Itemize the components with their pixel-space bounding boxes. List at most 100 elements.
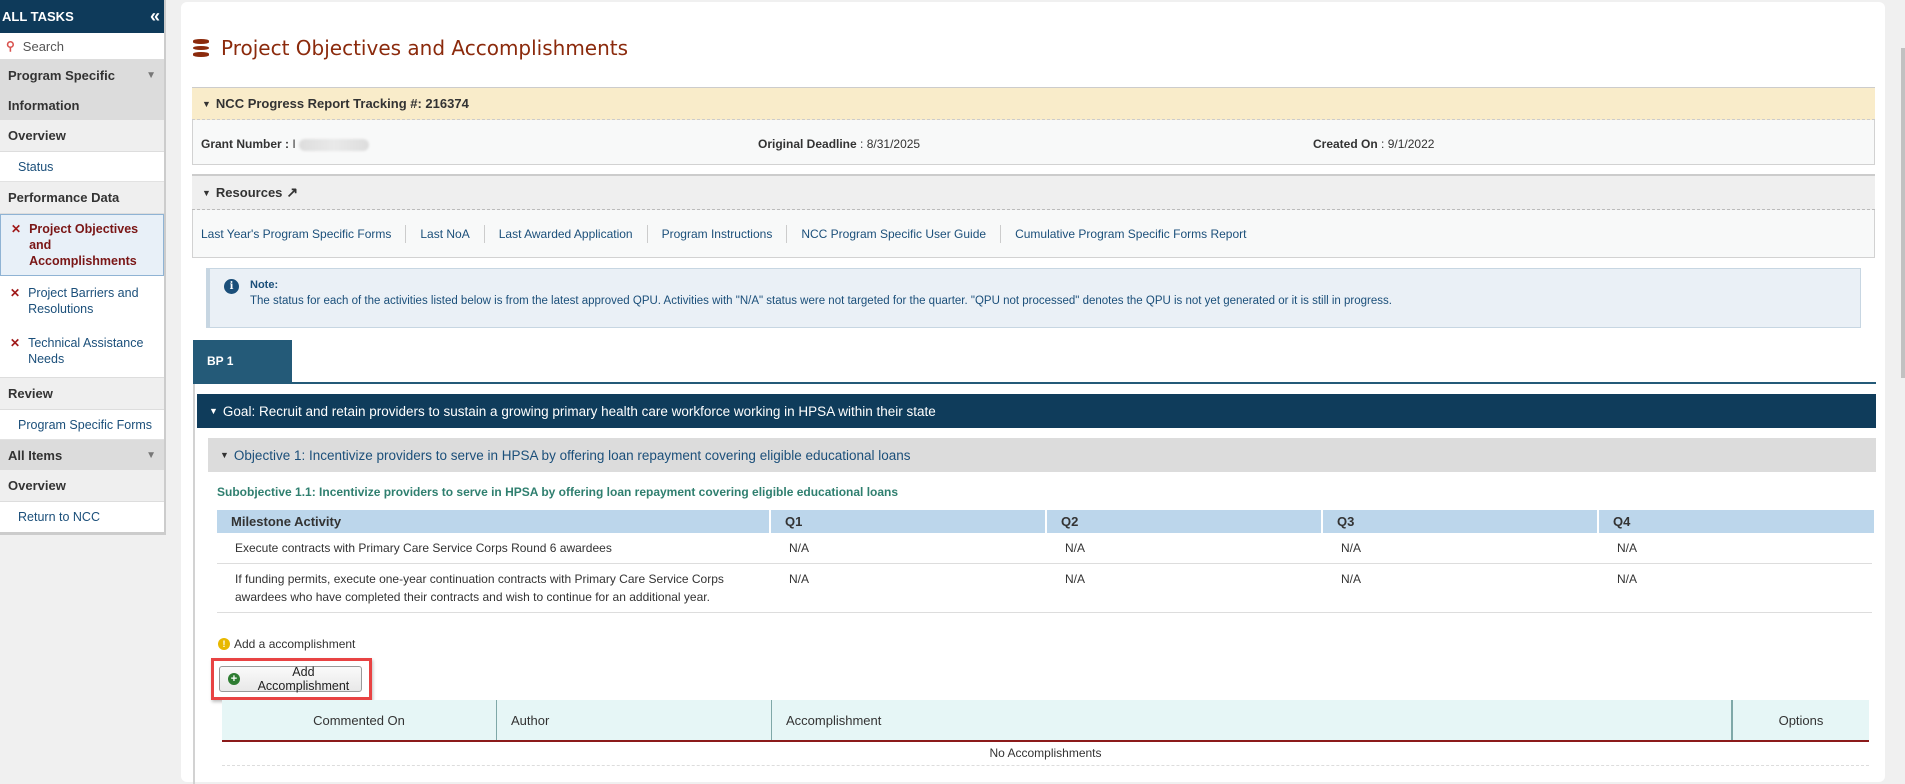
goal-header[interactable]: ▼ Goal: Recruit and retain providers to … [197,394,1876,428]
sidebar-search[interactable]: ⚲ Search [0,33,164,60]
header-q2: Q2 [1047,510,1323,533]
ncc-tracking-header[interactable]: ▼ NCC Progress Report Tracking #: 216374 [192,87,1875,120]
tab-bp1[interactable]: BP 1 [193,340,292,384]
q2-status: N/A [1065,572,1086,586]
original-deadline: Original Deadline : 8/31/2025 [758,137,920,151]
sidebar-header: ALL TASKS « [0,0,164,33]
sidebar-task-technical-assistance[interactable]: ✕ Technical Assistance Needs [0,323,164,378]
resource-link-cumulative-report[interactable]: Cumulative Program Specific Forms Report [1015,225,1260,243]
header-q3: Q3 [1323,510,1599,533]
grant-number: Grant Number : I [201,137,370,151]
sidebar-group-all-items[interactable]: All Items ▼ [0,440,164,470]
q1-status: N/A [789,541,810,555]
add-accomplishment-hint: ! Add a accomplishment [218,637,355,651]
plus-circle-icon: + [228,673,240,685]
resources-header[interactable]: ▼ Resources ↗ [192,174,1875,210]
sidebar-task-project-objectives[interactable]: ✕ Project Objectives and Accomplishments [0,214,164,276]
milestone-activity: If funding permits, execute one-year con… [235,572,724,604]
accomplishments-table-header: Commented On Author Accomplishment Optio… [222,700,1869,742]
q4-status: N/A [1617,541,1638,555]
sidebar: ALL TASKS « ⚲ Search Program Specific ▼ … [0,0,166,535]
caret-down-icon: ▼ [202,187,211,198]
resource-link-last-year-forms[interactable]: Last Year's Program Specific Forms [201,224,407,243]
header-accomplishment[interactable]: Accomplishment [772,700,1732,740]
note-box: i Note: The status for each of the activ… [206,268,1861,328]
milestone-table: Milestone Activity Q1 Q2 Q3 Q4 Execute c… [217,510,1874,613]
q3-status: N/A [1341,541,1362,555]
resource-link-program-instructions[interactable]: Program Instructions [662,224,788,243]
created-value: : 9/1/2022 [1381,137,1435,151]
milestone-activity: Execute contracts with Primary Care Serv… [235,541,612,555]
sidebar-task-project-barriers[interactable]: ✕ Project Barriers and Resolutions [0,276,164,323]
search-input[interactable]: Search [23,39,64,54]
objective-text: Objective 1: Incentivize providers to se… [233,447,911,463]
group-label: Program Specific [8,67,115,83]
note-label: Note: [250,279,279,291]
sidebar-title: ALL TASKS [2,9,74,24]
empty-message: No Accomplishments [222,742,1869,766]
milestone-table-header: Milestone Activity Q1 Q2 Q3 Q4 [217,510,1874,533]
chevron-down-icon: ▼ [146,69,156,81]
created-on: Created On : 9/1/2022 [1313,137,1434,151]
group-label: All Items [8,447,63,463]
button-label: Add Accomplishment [257,665,350,693]
grant-number-label: Grant Number : [201,137,290,151]
task-label: Project Barriers and Resolutions [28,286,139,316]
header-q4: Q4 [1613,514,1631,529]
deadline-label: Original Deadline [758,137,857,151]
collapse-sidebar-icon[interactable]: « [150,6,160,27]
info-icon: i [224,279,239,294]
sidebar-group-program-specific-line2: Information [0,90,164,120]
caret-down-icon: ▼ [202,98,211,109]
sidebar-link-status[interactable]: Status [0,152,164,182]
chevron-down-icon: ▼ [146,449,156,461]
group-label: Information [8,97,80,113]
caret-down-icon: ▼ [220,450,229,460]
incomplete-x-icon: ✕ [10,336,21,350]
subobjective-title: Subobjective 1.1: Incentivize providers … [217,485,899,499]
external-link-icon[interactable]: ↗ [286,184,298,201]
sidebar-group-program-specific[interactable]: Program Specific ▼ [0,60,164,90]
sidebar-section-performance-data: Performance Data [0,182,164,214]
accomplishments-table: Commented On Author Accomplishment Optio… [222,700,1869,766]
sidebar-link-return-ncc[interactable]: Return to NCC [0,502,164,532]
page-title-text: Project Objectives and Accomplishments [221,36,629,60]
header-commented-on[interactable]: Commented On [222,700,497,740]
table-row: If funding permits, execute one-year con… [217,564,1872,613]
tab-content: ▼ Goal: Recruit and retain providers to … [193,384,1876,784]
exclamation-icon: ! [218,638,230,650]
goal-text: Goal: Recruit and retain providers to su… [222,403,936,419]
ncc-details: Grant Number : I Original Deadline : 8/3… [192,120,1875,165]
sidebar-section-overview: Overview [0,120,164,152]
header-author[interactable]: Author [497,700,772,740]
header-options: Options [1732,700,1869,740]
hint-text: Add a accomplishment [234,637,356,651]
incomplete-x-icon: ✕ [10,286,21,300]
redacted-value [299,138,370,151]
sidebar-link-program-specific-forms[interactable]: Program Specific Forms [0,410,164,440]
table-row: Execute contracts with Primary Care Serv… [217,533,1872,564]
header-milestone-activity: Milestone Activity [217,510,771,533]
page-scrollbar[interactable] [1901,48,1905,378]
task-label: Technical Assistance Needs [28,336,144,366]
created-label: Created On [1313,137,1378,151]
page-title: Project Objectives and Accomplishments [193,36,628,60]
resource-link-user-guide[interactable]: NCC Program Specific User Guide [801,224,1002,243]
search-icon: ⚲ [6,39,15,53]
objective-header[interactable]: ▼ Objective 1: Incentivize providers to … [208,438,1876,472]
database-icon [193,39,209,58]
q4-status: N/A [1617,572,1638,586]
header-q1: Q1 [771,510,1047,533]
resource-link-last-noa[interactable]: Last NoA [420,224,485,243]
note-text: The status for each of the activities li… [250,295,1392,307]
sidebar-section-overview-2: Overview [0,470,164,502]
q1-status: N/A [789,572,810,586]
main-panel: Project Objectives and Accomplishments ▼… [181,2,1885,784]
resource-link-last-awarded-application[interactable]: Last Awarded Application [499,224,648,243]
sidebar-section-review: Review [0,378,164,410]
incomplete-x-icon: ✕ [11,222,22,236]
add-accomplishment-button[interactable]: + Add Accomplishment [219,665,362,693]
resources-links: Last Year's Program Specific Forms Last … [192,210,1875,258]
ncc-tracking-title: NCC Progress Report Tracking #: 216374 [215,96,469,111]
deadline-value: : 8/31/2025 [860,137,921,151]
